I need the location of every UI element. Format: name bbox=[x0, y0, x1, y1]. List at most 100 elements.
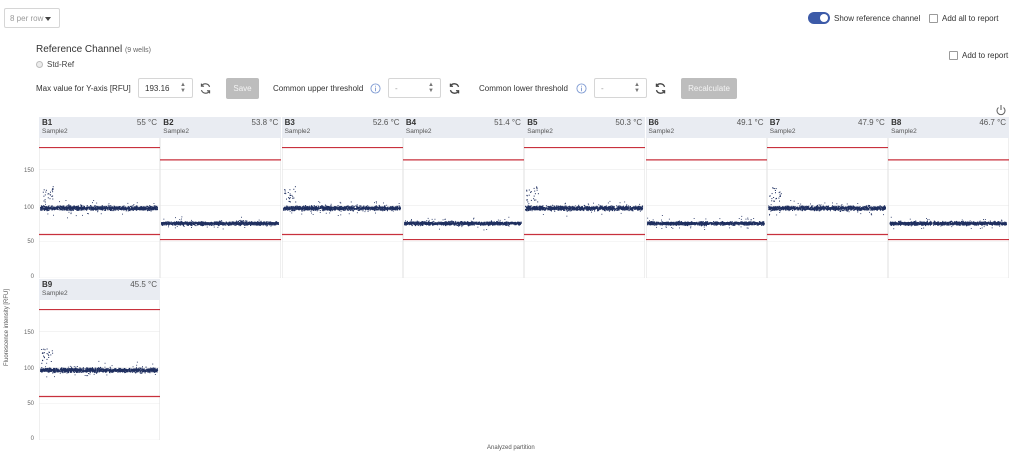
data-point bbox=[42, 206, 44, 208]
data-point-outlier bbox=[41, 208, 42, 210]
data-point bbox=[378, 206, 380, 208]
data-point bbox=[139, 207, 141, 209]
data-point bbox=[356, 205, 358, 207]
well-panel-b4[interactable]: B4 51.4 °C Sample2 bbox=[402, 117, 524, 278]
data-point-outlier bbox=[83, 206, 85, 208]
data-point-outlier bbox=[201, 224, 203, 226]
data-point bbox=[140, 206, 142, 208]
data-point bbox=[99, 207, 101, 209]
data-point-outlier bbox=[291, 208, 293, 209]
data-point-outlier bbox=[449, 223, 451, 224]
std-ref-radio[interactable] bbox=[36, 61, 43, 68]
data-point bbox=[155, 206, 157, 208]
data-point bbox=[47, 207, 49, 209]
add-all-checkbox[interactable] bbox=[929, 14, 938, 23]
add-to-report-checkbox[interactable] bbox=[949, 51, 958, 60]
upper-threshold-input[interactable]: - ▲ ▼ bbox=[388, 78, 441, 98]
data-point bbox=[510, 221, 512, 223]
data-point bbox=[68, 209, 70, 211]
data-point bbox=[147, 209, 149, 211]
data-point bbox=[354, 205, 356, 207]
data-point bbox=[338, 207, 340, 209]
data-point-outlier bbox=[107, 204, 109, 206]
std-ref-label: Std-Ref bbox=[47, 60, 75, 69]
data-point-outlier bbox=[463, 223, 465, 225]
data-point bbox=[454, 223, 456, 225]
show-reference-toggle[interactable] bbox=[808, 12, 830, 24]
data-point bbox=[264, 223, 266, 225]
data-point-outlier bbox=[408, 222, 410, 224]
data-point bbox=[368, 206, 370, 208]
data-point bbox=[416, 222, 418, 224]
well-panel-b3[interactable]: B3 52.6 °C Sample2 bbox=[281, 117, 403, 278]
data-point-outlier bbox=[70, 212, 72, 214]
sync-icon[interactable] bbox=[654, 82, 667, 95]
info-icon[interactable] bbox=[576, 83, 587, 94]
data-point-spike bbox=[42, 191, 44, 193]
data-point bbox=[229, 221, 232, 223]
data-point-outlier bbox=[289, 210, 291, 212]
data-point bbox=[149, 209, 151, 211]
data-point bbox=[366, 205, 368, 207]
data-point bbox=[429, 223, 432, 225]
data-point bbox=[242, 221, 244, 223]
data-point bbox=[125, 207, 127, 209]
data-point-spike bbox=[44, 199, 46, 201]
data-point-outlier bbox=[298, 209, 300, 210]
y-tick-label: 150 bbox=[23, 330, 34, 336]
recalculate-button[interactable]: Recalculate bbox=[681, 78, 737, 99]
data-point-outlier bbox=[82, 214, 83, 216]
data-point bbox=[319, 210, 321, 212]
data-point-outlier bbox=[210, 224, 212, 226]
data-point bbox=[48, 209, 50, 211]
data-point bbox=[114, 206, 116, 208]
data-point bbox=[354, 208, 356, 210]
data-point bbox=[131, 209, 133, 211]
data-point bbox=[142, 208, 144, 210]
data-point bbox=[362, 206, 364, 208]
data-point bbox=[326, 207, 328, 209]
well-panel-b2[interactable]: B2 53.8 °C Sample2 bbox=[160, 117, 282, 278]
data-point-outlier bbox=[136, 205, 138, 206]
save-button[interactable]: Save bbox=[226, 78, 259, 99]
data-point-outlier bbox=[384, 209, 385, 211]
data-point-outlier bbox=[181, 220, 183, 222]
data-point bbox=[113, 205, 115, 207]
data-point-outlier bbox=[47, 210, 49, 211]
data-point-outlier bbox=[77, 208, 79, 209]
data-point-outlier bbox=[96, 206, 97, 208]
well-panel-b1[interactable]: B1 55 °C Sample2 bbox=[39, 117, 160, 278]
info-icon[interactable] bbox=[370, 83, 381, 94]
well-panel-b5[interactable]: B5 50.3 °C Sample2 bbox=[524, 117, 646, 278]
data-point bbox=[417, 224, 419, 226]
data-point bbox=[154, 206, 156, 208]
data-point bbox=[43, 209, 45, 211]
sync-icon[interactable] bbox=[448, 82, 461, 95]
data-point bbox=[168, 221, 170, 223]
data-point bbox=[261, 221, 263, 223]
scatter-points bbox=[40, 186, 158, 219]
data-point-outlier bbox=[123, 205, 125, 207]
data-point-outlier bbox=[122, 213, 123, 215]
data-point bbox=[54, 208, 56, 210]
data-point-outlier bbox=[350, 201, 352, 203]
data-point bbox=[263, 222, 265, 224]
data-point-spike bbox=[289, 193, 291, 195]
max-y-input[interactable]: 193.16 ▲ ▼ bbox=[138, 78, 193, 98]
lower-threshold-input[interactable]: - ▲ ▼ bbox=[594, 78, 647, 98]
per-row-select[interactable]: 8 per row bbox=[4, 8, 60, 28]
data-point bbox=[57, 209, 59, 211]
data-point-outlier bbox=[334, 208, 336, 209]
data-point bbox=[330, 208, 332, 210]
well-id: B5 bbox=[527, 118, 538, 127]
data-point-outlier bbox=[316, 210, 318, 212]
data-point-outlier bbox=[410, 219, 412, 220]
data-point bbox=[76, 209, 78, 211]
data-point bbox=[229, 222, 231, 224]
refresh-icon[interactable] bbox=[199, 82, 212, 95]
data-point bbox=[124, 208, 126, 210]
power-icon[interactable] bbox=[995, 104, 1007, 116]
data-point bbox=[414, 223, 416, 225]
data-point bbox=[303, 206, 306, 208]
data-point bbox=[224, 224, 226, 226]
